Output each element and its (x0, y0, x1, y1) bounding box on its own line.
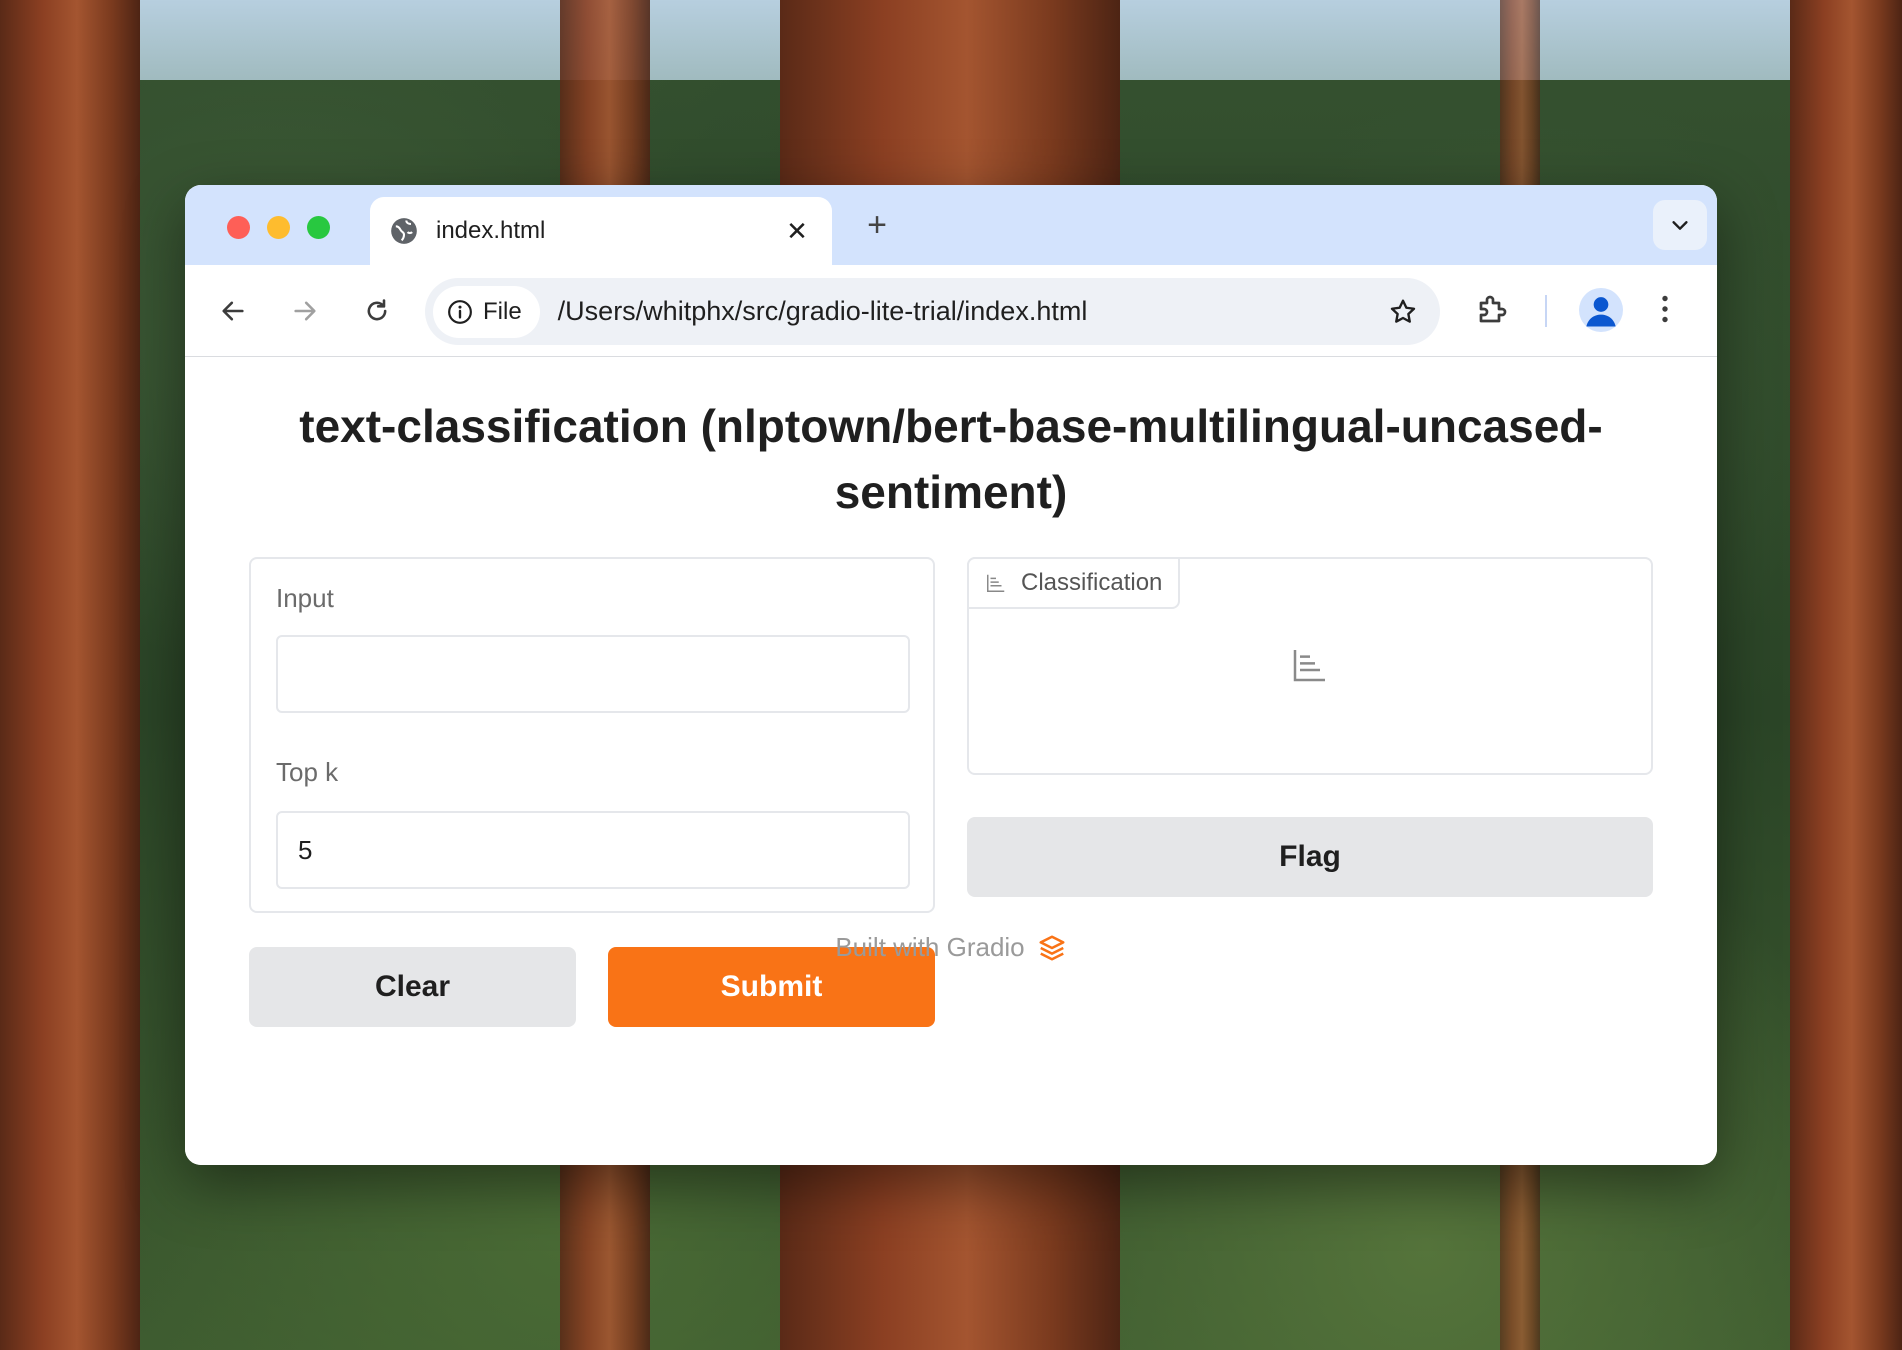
gradio-app: text-classification (nlptown/bert-base-m… (185, 357, 1717, 1165)
browser-toolbar: File /Users/whitphx/src/gradio-lite-tria… (185, 265, 1717, 357)
more-vertical-icon (1662, 295, 1668, 323)
address-chip-label: File (483, 297, 522, 325)
input-label: Input (276, 583, 334, 613)
footer-text[interactable]: Built with Gradio (835, 932, 1024, 963)
classification-label-tag: Classification (967, 557, 1181, 609)
chevron-down-icon (1672, 221, 1688, 230)
classification-output: Classification (967, 557, 1653, 775)
info-icon (448, 299, 472, 324)
topk-number-input[interactable]: 5 (276, 811, 910, 889)
tab-index-html[interactable]: index.html ✕ (370, 197, 832, 265)
arrow-right-icon (294, 301, 316, 321)
url-text[interactable]: /Users/whitphx/src/gradio-lite-trial/ind… (558, 296, 1388, 327)
window-controls (227, 216, 330, 239)
puzzle-icon (1479, 295, 1507, 323)
browser-window: index.html ✕ + File /Users/whitphx/src/g… (185, 185, 1717, 1165)
browser-menu-button[interactable] (1647, 291, 1683, 332)
toolbar-divider (1545, 295, 1547, 327)
new-tab-button[interactable]: + (857, 205, 897, 245)
empty-output-placeholder (969, 645, 1651, 685)
forward-button[interactable] (285, 291, 325, 331)
input-textbox[interactable] (276, 635, 910, 713)
back-button[interactable] (213, 291, 253, 331)
minimize-window-button[interactable] (267, 216, 290, 239)
close-tab-icon[interactable]: ✕ (782, 216, 812, 247)
maximize-window-button[interactable] (307, 216, 330, 239)
site-info-chip[interactable]: File (433, 285, 540, 338)
close-window-button[interactable] (227, 216, 250, 239)
globe-icon (391, 218, 417, 244)
footer: Built with Gradio (185, 932, 1717, 963)
tab-title: index.html (436, 217, 546, 244)
tab-search-button[interactable] (1653, 200, 1707, 250)
bookmark-star-icon[interactable] (1388, 297, 1418, 327)
arrow-left-icon (222, 301, 244, 321)
address-bar[interactable]: File /Users/whitphx/src/gradio-lite-tria… (425, 278, 1440, 345)
classification-label: Classification (1021, 569, 1163, 596)
flag-button[interactable]: Flag (967, 817, 1653, 897)
bar-chart-icon (1293, 650, 1325, 682)
tab-bar: index.html ✕ + (185, 185, 1717, 265)
bar-chart-icon (987, 574, 1005, 592)
extensions-button[interactable] (1475, 291, 1511, 332)
person-icon (1586, 297, 1616, 327)
profile-avatar[interactable] (1579, 288, 1623, 332)
reload-button[interactable] (357, 291, 397, 331)
reload-icon (367, 299, 387, 321)
input-panel: Input Top k 5 (249, 557, 935, 913)
topk-label: Top k (276, 757, 339, 787)
page-title: text-classification (nlptown/bert-base-m… (299, 400, 1603, 518)
gradio-logo-icon (1039, 935, 1065, 960)
